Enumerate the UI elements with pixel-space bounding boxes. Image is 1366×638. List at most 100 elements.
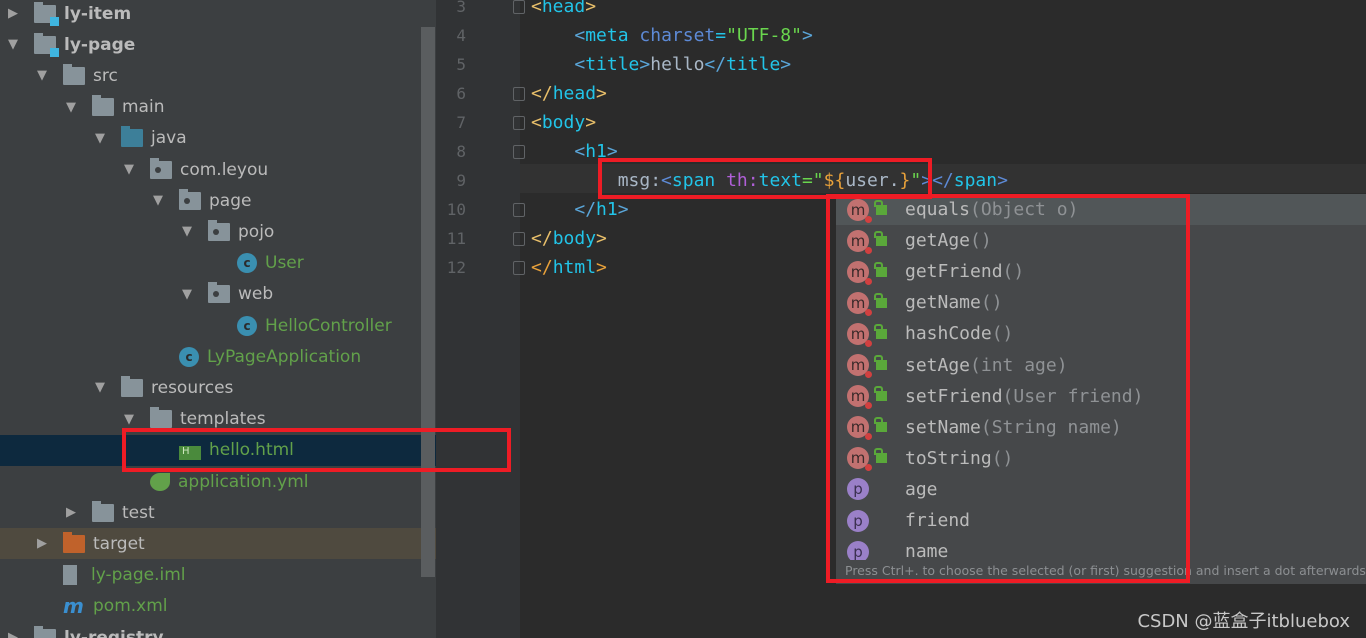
tree-item-page[interactable]: ▼ page	[0, 185, 436, 216]
tree-item-src[interactable]: ▼ src	[0, 60, 436, 91]
module-folder-icon	[34, 1, 59, 26]
code-token: "UTF-8"	[726, 25, 802, 46]
code-line: <head>	[531, 0, 596, 21]
expand-arrow-down-icon[interactable]: ▼	[122, 412, 136, 427]
code-token: >	[639, 54, 651, 75]
code-line: </head>	[531, 79, 607, 108]
tree-item-user[interactable]: c User	[0, 248, 436, 279]
code-token: >	[617, 199, 629, 220]
line-number: 5	[456, 55, 466, 74]
expand-arrow-down-icon[interactable]: ▼	[64, 100, 78, 115]
fold-marker-icon[interactable]	[513, 87, 525, 101]
code-line: </body>	[531, 224, 607, 253]
code-line: <meta charset="UTF-8">	[531, 21, 813, 50]
project-tree-panel: ▶ ly-item ▼ ly-page ▼ src ▼ main ▼ java ▼ com.leyou…	[0, 0, 436, 638]
code-line: </h1>	[531, 195, 629, 224]
code-token: >	[585, 0, 597, 17]
tree-item-ly-item[interactable]: ▶ ly-item	[0, 0, 436, 29]
expand-arrow-down-icon[interactable]: ▼	[180, 224, 194, 239]
line-number: 7	[456, 113, 466, 132]
code-token: hello	[650, 54, 705, 75]
fold-marker-icon[interactable]	[513, 145, 525, 159]
package-icon	[208, 282, 230, 304]
fold-marker-icon[interactable]	[513, 232, 525, 246]
tree-item-label: page	[209, 190, 252, 211]
code-token: head	[552, 83, 597, 104]
fold-marker-icon[interactable]	[513, 261, 525, 275]
line-number: 11	[446, 229, 466, 248]
code-token: h1	[596, 199, 618, 220]
maven-file-icon: m	[63, 594, 84, 619]
module-folder-icon	[34, 625, 56, 638]
tree-item-label: main	[122, 97, 165, 118]
tree-item-pojo[interactable]: ▼ pojo	[0, 216, 436, 247]
code-token: html	[552, 257, 597, 278]
project-tree-scrollbar[interactable]	[421, 27, 435, 577]
code-token: </	[574, 199, 597, 220]
expand-arrow-down-icon[interactable]: ▼	[151, 193, 165, 208]
code-token: <	[574, 141, 586, 162]
tree-item-ly-page[interactable]: ▼ ly-page	[0, 29, 436, 60]
tree-item-ly-page-iml[interactable]: ly-page.iml	[0, 560, 436, 591]
tree-item-label: web	[238, 284, 274, 305]
spring-boot-class-icon: c	[179, 346, 199, 367]
tree-item-com-leyou[interactable]: ▼ com.leyou	[0, 154, 436, 185]
tree-item-resources[interactable]: ▼ resources	[0, 372, 436, 403]
code-token: body	[541, 112, 586, 133]
highlight-box-expression	[598, 158, 932, 199]
source-folder-icon	[121, 126, 143, 148]
expand-arrow-down-icon[interactable]: ▼	[6, 37, 20, 52]
fold-marker-icon[interactable]	[513, 203, 525, 217]
code-token: >	[801, 25, 813, 46]
tree-item-pom-xml[interactable]: m pom.xml	[0, 591, 436, 622]
fold-marker-icon[interactable]	[513, 116, 525, 130]
tree-item-target[interactable]: ▶ target	[0, 528, 436, 560]
code-token: body	[552, 228, 597, 249]
iml-file-icon	[63, 565, 77, 586]
tree-item-label: User	[265, 253, 304, 274]
expand-arrow-right-icon[interactable]: ▶	[6, 6, 20, 21]
expand-arrow-down-icon[interactable]: ▼	[122, 162, 136, 177]
code-token: >	[997, 170, 1008, 191]
code-token: <	[574, 54, 586, 75]
tree-item-lypageapplication[interactable]: c LyPageApplication	[0, 341, 436, 372]
expand-arrow-right-icon[interactable]: ▶	[6, 630, 20, 638]
tree-item-web[interactable]: ▼ web	[0, 279, 436, 310]
code-token: charset	[639, 25, 716, 46]
code-line: </html>	[531, 253, 607, 282]
tree-item-label: ly-page	[64, 34, 136, 55]
expand-arrow-down-icon[interactable]: ▼	[93, 380, 107, 395]
highlight-box-file	[122, 428, 511, 472]
code-token: >	[596, 83, 607, 104]
code-token: >	[596, 257, 607, 278]
code-token: meta	[585, 25, 629, 46]
class-icon: c	[237, 315, 257, 336]
expand-arrow-down-icon[interactable]: ▼	[93, 131, 107, 146]
expand-arrow-right-icon[interactable]: ▶	[35, 536, 49, 551]
tree-item-label: resources	[151, 377, 234, 398]
code-token: </	[531, 83, 553, 104]
code-token: >	[780, 54, 792, 75]
class-icon: c	[237, 253, 257, 274]
tree-item-main[interactable]: ▼ main	[0, 92, 436, 123]
line-number: 10	[446, 200, 466, 219]
spring-config-icon	[150, 472, 170, 491]
expand-arrow-right-icon[interactable]: ▶	[64, 505, 78, 520]
folder-icon	[150, 407, 172, 429]
tree-item-ly-registry[interactable]: ▶ ly-registry	[0, 622, 436, 638]
fold-marker-icon[interactable]	[513, 0, 525, 14]
folder-icon	[63, 63, 85, 85]
tree-item-label: ly-registry	[64, 627, 164, 638]
tree-item-java[interactable]: ▼ java	[0, 123, 436, 154]
expand-arrow-down-icon[interactable]: ▼	[180, 287, 194, 302]
expand-arrow-down-icon[interactable]: ▼	[35, 68, 49, 83]
tree-item-hellocontroller[interactable]: c HelloController	[0, 310, 436, 341]
tree-item-label: HelloController	[265, 315, 392, 336]
tree-item-test[interactable]: ▶ test	[0, 497, 436, 528]
